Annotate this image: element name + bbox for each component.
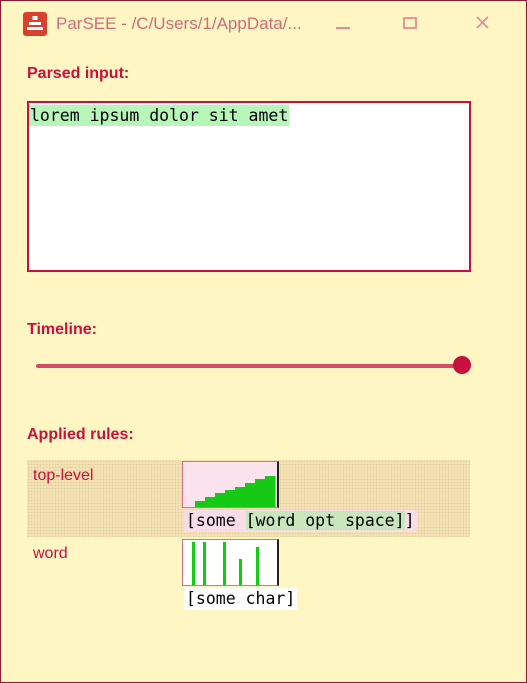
- rule-name-word[interactable]: word: [33, 545, 68, 563]
- histogram-step: [250, 483, 256, 507]
- histogram-step: [255, 479, 261, 507]
- title-bar[interactable]: ParSEE - /C/Users/1/AppData/...: [1, 1, 526, 45]
- parsed-input-field[interactable]: lorem ipsum dolor sit amet: [27, 101, 471, 272]
- rule-name-top-level[interactable]: top-level: [33, 467, 93, 485]
- histogram-step: [260, 479, 266, 507]
- parsed-input-label: Parsed input:: [27, 65, 130, 82]
- histogram-step: [265, 476, 271, 507]
- timeline-slider-thumb[interactable]: [453, 356, 471, 374]
- rule-expression-close: ]: [404, 511, 415, 530]
- parsed-input-text: lorem ipsum dolor sit amet: [29, 105, 290, 126]
- parsee-app-icon: [23, 12, 47, 36]
- minimize-icon: [336, 27, 350, 29]
- histogram-step: [205, 497, 211, 507]
- minimize-button[interactable]: [320, 9, 366, 37]
- histogram-step: [225, 490, 231, 507]
- histogram-step: [210, 497, 216, 507]
- histogram-bar: [203, 542, 206, 585]
- maximize-icon: [403, 17, 417, 29]
- histogram-step: [215, 493, 221, 507]
- histogram-bar: [192, 542, 195, 585]
- close-button[interactable]: [459, 9, 505, 37]
- histogram-step: [270, 476, 276, 507]
- histogram-step: [235, 487, 241, 507]
- maximize-button[interactable]: [387, 9, 433, 37]
- histogram-step: [200, 501, 206, 507]
- histogram-step: [230, 490, 236, 507]
- histogram-step: [240, 487, 246, 507]
- rule-expression-inner: [word opt space]: [245, 511, 405, 530]
- rule-histogram-word: [182, 539, 279, 586]
- histogram-step: [245, 483, 251, 507]
- histogram-bar: [256, 547, 259, 585]
- rule-expression-word[interactable]: [some char]: [184, 588, 298, 610]
- window-title: ParSEE - /C/Users/1/AppData/...: [56, 14, 302, 33]
- close-icon: [476, 16, 489, 29]
- rule-expression-top-level[interactable]: [some [word opt space]]: [184, 510, 417, 532]
- rule-expression-open: [some: [186, 511, 246, 530]
- timeline-slider-track[interactable]: [36, 364, 462, 368]
- timeline-slider[interactable]: [36, 355, 471, 377]
- rule-histogram-top-level: [182, 461, 279, 508]
- histogram-step: [195, 501, 201, 507]
- parsee-window: ParSEE - /C/Users/1/AppData/... Parsed i…: [0, 0, 527, 683]
- applied-rules-label: Applied rules:: [27, 426, 134, 443]
- timeline-label: Timeline:: [27, 321, 97, 338]
- histogram-bar: [239, 559, 242, 585]
- histogram-bar: [223, 542, 226, 585]
- histogram-step: [220, 493, 226, 507]
